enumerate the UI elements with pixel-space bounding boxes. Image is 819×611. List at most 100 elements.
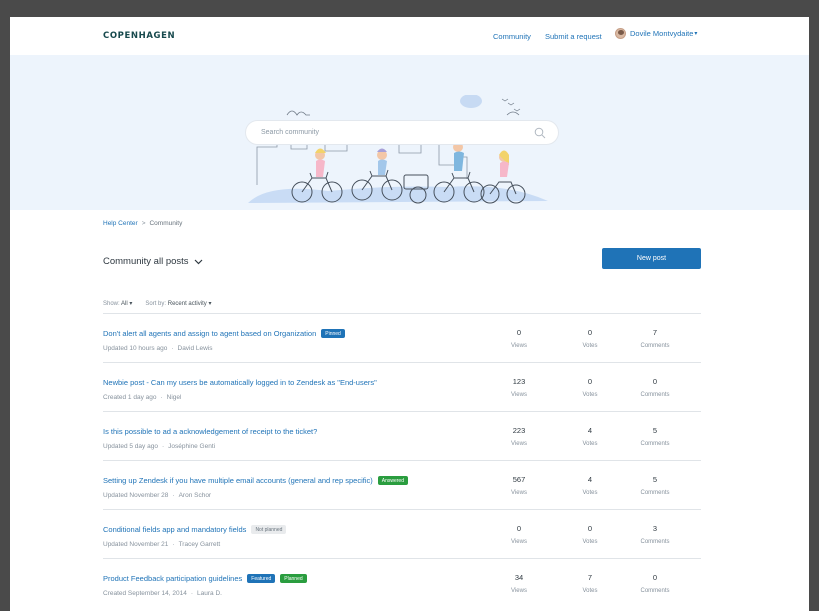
post-author: Joséphine Genti	[168, 443, 216, 450]
new-post-button[interactable]: New post	[602, 248, 701, 269]
post-title-link[interactable]: Setting up Zendesk if you have multiple …	[103, 476, 408, 485]
chevron-down-icon: ▾	[129, 301, 133, 307]
post-author: Aron Schor	[178, 492, 212, 499]
comments-stat: 5 Comments	[625, 475, 685, 496]
comments-label: Comments	[640, 588, 670, 594]
list-item[interactable]: Don't alert all agents and assign to age…	[103, 313, 701, 362]
comments-stat: 5 Comments	[625, 426, 685, 447]
nav-community-link[interactable]: Community	[493, 32, 531, 41]
views-label: Views	[511, 343, 527, 349]
list-filters: Show: All ▾ Sort by: Recent activity ▾	[103, 300, 224, 307]
list-item[interactable]: Product Feedback participation guideline…	[103, 558, 701, 607]
votes-count: 0	[587, 524, 593, 533]
comments-stat: 0 Comments	[625, 377, 685, 398]
topic-filter-dropdown[interactable]: Community all posts	[103, 256, 203, 267]
status-badge: Planned	[280, 574, 307, 583]
meta-separator: ·	[171, 345, 174, 352]
search-bar[interactable]: Search community	[245, 120, 559, 145]
post-meta: Updated 10 hours ago · David Lewis	[103, 345, 213, 352]
votes-stat: 7 Votes	[560, 573, 620, 594]
views-label: Views	[511, 441, 527, 447]
post-title[interactable]: Product Feedback participation guideline…	[103, 574, 242, 583]
comments-count: 7	[652, 328, 658, 337]
votes-count: 4	[587, 475, 593, 484]
comments-label: Comments	[640, 490, 670, 496]
meta-separator: ·	[190, 590, 194, 597]
votes-label: Votes	[582, 441, 598, 447]
meta-separator: ·	[160, 394, 163, 401]
breadcrumb-separator-icon: >	[141, 220, 146, 227]
post-title[interactable]: Setting up Zendesk if you have multiple …	[103, 476, 373, 485]
breadcrumb: Help Center > Community	[103, 220, 182, 227]
views-label: Views	[511, 588, 527, 594]
comments-count: 3	[652, 524, 658, 533]
post-title-link[interactable]: Conditional fields app and mandatory fie…	[103, 525, 287, 534]
post-author: Tracey Garrett	[178, 541, 221, 548]
post-date: Updated November 28	[103, 492, 169, 499]
post-title[interactable]: Conditional fields app and mandatory fie…	[103, 525, 246, 534]
post-title-link[interactable]: Don't alert all agents and assign to age…	[103, 329, 345, 338]
post-meta: Updated November 28 · Aron Schor	[103, 492, 211, 499]
breadcrumb-current: Community	[149, 220, 183, 227]
comments-stat: 7 Comments	[625, 328, 685, 349]
votes-label: Votes	[582, 392, 598, 398]
post-date: Created 1 day ago	[103, 394, 157, 401]
votes-label: Votes	[582, 490, 598, 496]
browser-window: COPENHAGEN Community Submit a request Do…	[10, 17, 809, 611]
avatar	[615, 28, 626, 39]
meta-separator: ·	[172, 492, 175, 499]
user-menu[interactable]: Dovile Montvydaite ▾	[615, 28, 697, 39]
user-name: Dovile Montvydaite	[630, 29, 694, 38]
post-title[interactable]: Newbie post - Can my users be automatica…	[103, 378, 377, 387]
comments-label: Comments	[640, 343, 670, 349]
nav-submit-request-link[interactable]: Submit a request	[545, 32, 602, 41]
views-count: 223	[512, 426, 526, 435]
list-item[interactable]: Setting up Zendesk if you have multiple …	[103, 460, 701, 509]
views-count: 34	[514, 573, 524, 582]
views-label: Views	[511, 490, 527, 496]
breadcrumb-home-link[interactable]: Help Center	[103, 220, 138, 227]
views-label: Views	[511, 539, 527, 545]
post-author: Laura D.	[197, 590, 222, 597]
views-stat: 567 Views	[489, 475, 549, 496]
post-title-link[interactable]: Newbie post - Can my users be automatica…	[103, 378, 377, 387]
post-list: Don't alert all agents and assign to age…	[103, 313, 701, 607]
post-title[interactable]: Is this possible to ad a acknowledgement…	[103, 427, 317, 436]
votes-stat: 0 Votes	[560, 328, 620, 349]
list-item[interactable]: Newbie post - Can my users be automatica…	[103, 362, 701, 411]
votes-count: 0	[587, 328, 593, 337]
views-count: 0	[516, 328, 522, 337]
show-filter[interactable]: Show: All ▾	[103, 300, 132, 307]
sort-filter[interactable]: Sort by: Recent activity ▾	[145, 300, 211, 307]
search-input[interactable]: Search community	[261, 129, 319, 136]
list-item[interactable]: Conditional fields app and mandatory fie…	[103, 509, 701, 558]
views-count: 123	[512, 377, 526, 386]
post-title-link[interactable]: Is this possible to ad a acknowledgement…	[103, 427, 317, 436]
list-item[interactable]: Is this possible to ad a acknowledgement…	[103, 411, 701, 460]
views-count: 0	[516, 524, 522, 533]
site-header: COPENHAGEN Community Submit a request Do…	[10, 17, 809, 55]
post-author: Nigel	[166, 394, 182, 401]
status-badge: Pinned	[321, 329, 345, 338]
hero-banner: Search community	[10, 55, 809, 210]
comments-count: 5	[652, 475, 658, 484]
post-meta: Updated November 21 · Tracey Garrett	[103, 541, 220, 548]
votes-stat: 0 Votes	[560, 377, 620, 398]
search-icon[interactable]	[534, 127, 546, 139]
post-date: Updated November 21	[103, 541, 169, 548]
chevron-down-icon: ▾	[208, 301, 212, 307]
post-title-link[interactable]: Product Feedback participation guideline…	[103, 574, 307, 583]
post-title[interactable]: Don't alert all agents and assign to age…	[103, 329, 316, 338]
votes-label: Votes	[582, 588, 598, 594]
site-logo[interactable]: COPENHAGEN	[103, 31, 175, 41]
post-meta: Created 1 day ago · Nigel	[103, 394, 181, 401]
post-date: Updated 10 hours ago	[103, 345, 168, 352]
status-badge: Not planned	[251, 525, 287, 534]
meta-separator: ·	[172, 541, 175, 548]
comments-stat: 0 Comments	[625, 573, 685, 594]
post-date: Updated 5 day ago	[103, 443, 158, 450]
show-filter-value: All	[121, 301, 128, 307]
views-stat: 34 Views	[489, 573, 549, 594]
comments-label: Comments	[640, 539, 670, 545]
views-stat: 0 Views	[489, 524, 549, 545]
